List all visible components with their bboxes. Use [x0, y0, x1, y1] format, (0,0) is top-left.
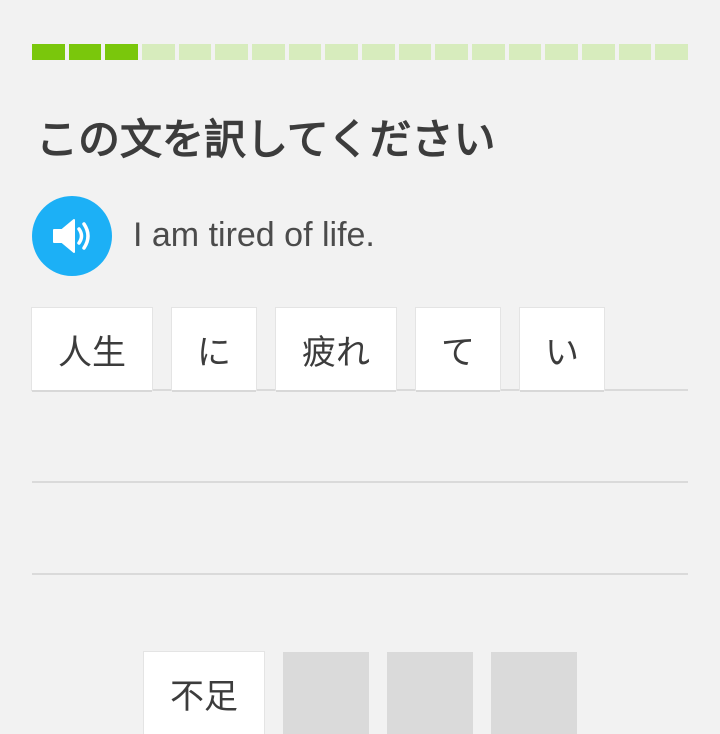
progress-segment: [362, 44, 395, 60]
word-bank-empty-slot: [387, 652, 473, 734]
progress-segment: [545, 44, 579, 60]
progress-segment: [105, 44, 139, 60]
progress-bar: [32, 44, 689, 60]
word-bank-empty-slot: [491, 652, 577, 734]
progress-segment: [435, 44, 469, 60]
progress-segment: [252, 44, 285, 60]
progress-segment: [215, 44, 249, 60]
progress-segment: [398, 44, 432, 60]
progress-segment: [68, 44, 102, 60]
word-bank-empty-slot: [283, 652, 369, 734]
play-audio-button[interactable]: [32, 196, 112, 276]
answer-word-tile[interactable]: に: [172, 308, 256, 390]
answer-word-tile[interactable]: て: [416, 308, 500, 390]
progress-segment: [288, 44, 322, 60]
answer-word-tile[interactable]: 人生: [32, 308, 152, 390]
progress-segment: [655, 44, 689, 60]
progress-segment: [618, 44, 652, 60]
progress-segment: [325, 44, 359, 60]
word-bank-tile[interactable]: 不足: [144, 652, 264, 734]
answer-word-tile[interactable]: い: [520, 308, 604, 390]
progress-segment: [178, 44, 212, 60]
progress-segment: [32, 44, 65, 60]
progress-segment: [472, 44, 505, 60]
answer-line: [32, 481, 688, 483]
progress-segment: [508, 44, 542, 60]
progress-segment: [582, 44, 615, 60]
progress-segment: [142, 44, 175, 60]
answer-line: [32, 573, 688, 575]
answer-word-tile[interactable]: 疲れ: [276, 308, 396, 390]
prompt-sentence: I am tired of life.: [133, 216, 375, 254]
speaker-icon: [53, 219, 90, 253]
page-title: この文を訳してください: [36, 115, 496, 164]
